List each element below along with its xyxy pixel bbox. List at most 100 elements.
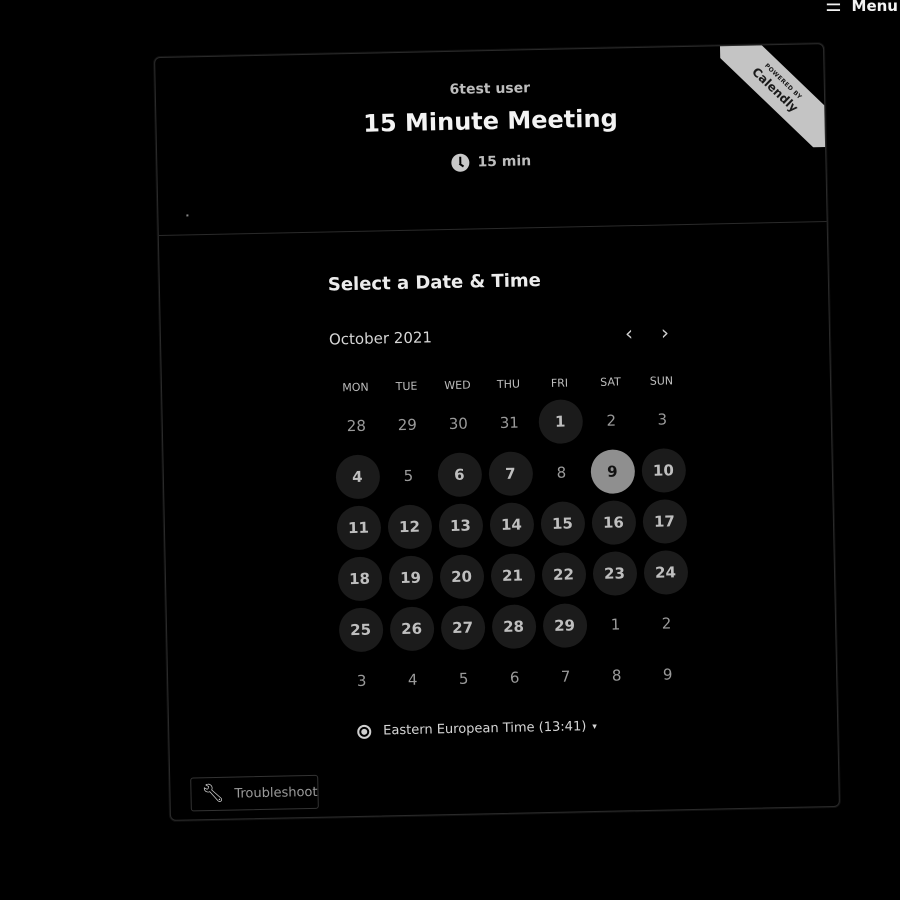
calendar-day-available[interactable]: 29 bbox=[539, 599, 591, 651]
date-picker: Select a Date & Time October 2021 ‹ › MO… bbox=[327, 267, 688, 706]
divider-dot bbox=[186, 214, 189, 217]
calendar-day-available[interactable]: 23 bbox=[588, 547, 640, 599]
day-number: 5 bbox=[403, 466, 414, 485]
day-number: 9 bbox=[662, 664, 673, 684]
day-number: 2 bbox=[661, 613, 672, 633]
calendar-day: 29 bbox=[381, 398, 433, 450]
day-number: 1 bbox=[537, 398, 583, 444]
day-number: 29 bbox=[397, 415, 418, 434]
calendar-day: 9 bbox=[642, 648, 694, 700]
day-number: 19 bbox=[388, 554, 433, 600]
day-number: 11 bbox=[336, 504, 381, 550]
calendar-day: 31 bbox=[483, 396, 535, 448]
day-number: 6 bbox=[436, 451, 482, 497]
calendar-day: 28 bbox=[330, 399, 382, 451]
day-number: 13 bbox=[437, 502, 483, 548]
day-number: 28 bbox=[491, 603, 537, 649]
day-number: 29 bbox=[542, 602, 588, 648]
calendar-day: 7 bbox=[540, 650, 592, 702]
chevron-left-icon[interactable]: ‹ bbox=[625, 321, 634, 345]
calendar-day: 8 bbox=[535, 446, 587, 498]
day-number: 10 bbox=[640, 447, 686, 493]
calendar-day: 2 bbox=[585, 394, 637, 446]
day-number: 9 bbox=[589, 448, 635, 494]
globe-icon bbox=[357, 724, 372, 739]
month-label: October 2021 bbox=[328, 328, 433, 349]
day-number: 7 bbox=[560, 667, 571, 686]
day-number: 31 bbox=[499, 413, 520, 432]
calendar-day-available[interactable]: 17 bbox=[638, 495, 690, 547]
day-number: 15 bbox=[539, 500, 585, 546]
day-number: 1 bbox=[610, 614, 621, 634]
calendar-day-available[interactable]: 11 bbox=[332, 501, 384, 553]
day-number: 3 bbox=[657, 409, 668, 429]
calendar-day-available[interactable]: 20 bbox=[435, 550, 487, 602]
caret-down-icon: ▾ bbox=[592, 721, 597, 732]
day-number: 8 bbox=[556, 463, 567, 482]
calendar-day-available[interactable]: 21 bbox=[486, 549, 538, 601]
menu-label: Menu bbox=[851, 0, 898, 15]
calendar-day-available[interactable]: 13 bbox=[434, 499, 486, 551]
weekday-tue: TUE bbox=[395, 379, 418, 394]
calendar-day-available[interactable]: 4 bbox=[331, 450, 383, 502]
picker-heading: Select a Date & Time bbox=[327, 270, 542, 296]
day-number: 6 bbox=[509, 668, 520, 687]
day-number: 3 bbox=[356, 671, 367, 690]
chevron-right-icon[interactable]: › bbox=[661, 320, 670, 344]
weekday-sat: SAT bbox=[600, 375, 621, 389]
calendar-day-available[interactable]: 18 bbox=[334, 552, 386, 604]
calendar-day-available[interactable]: 24 bbox=[639, 546, 691, 598]
calendar-day-available[interactable]: 10 bbox=[637, 444, 689, 496]
day-number: 20 bbox=[439, 553, 484, 599]
calendar-day-available[interactable]: 7 bbox=[484, 447, 536, 499]
calendar-day-available[interactable]: 27 bbox=[437, 601, 489, 653]
calendar-day-available[interactable]: 26 bbox=[386, 602, 438, 654]
calendar-day-available[interactable]: 6 bbox=[433, 448, 485, 500]
day-number: 8 bbox=[611, 665, 622, 685]
calendar-day-available[interactable]: 28 bbox=[488, 600, 540, 652]
month-navigation: October 2021 ‹ › bbox=[329, 320, 675, 351]
calendar-day: 5 bbox=[382, 449, 434, 501]
event-title: 15 Minute Meeting bbox=[362, 104, 619, 138]
day-number: 12 bbox=[387, 503, 432, 549]
day-number: 5 bbox=[458, 669, 469, 688]
troubleshoot-label: Troubleshoot bbox=[234, 784, 318, 802]
calendar-day-available[interactable]: 15 bbox=[536, 497, 588, 549]
calendar-day-available[interactable]: 14 bbox=[485, 498, 537, 550]
weekday-header: MON TUE WED THU FRI SAT SUN bbox=[330, 374, 676, 394]
calendar-day-available[interactable]: 12 bbox=[383, 500, 435, 552]
day-number: 24 bbox=[643, 549, 688, 595]
day-number: 30 bbox=[448, 414, 469, 433]
calendar-day: 3 bbox=[336, 654, 388, 706]
calendar-day: 3 bbox=[636, 393, 688, 445]
day-number: 4 bbox=[334, 453, 380, 499]
day-number: 7 bbox=[487, 450, 533, 496]
calendar-day-available[interactable]: 19 bbox=[384, 551, 436, 603]
month-nav-buttons: ‹ › bbox=[625, 320, 670, 345]
calendar-day: 4 bbox=[387, 653, 439, 705]
timezone-selector[interactable]: Eastern European Time (13:41) ▾ bbox=[357, 719, 597, 739]
timezone-label: Eastern European Time (13:41) bbox=[383, 719, 587, 739]
calendar-day-available[interactable]: 22 bbox=[537, 548, 589, 600]
troubleshoot-button[interactable]: 🔧︎ Troubleshoot bbox=[190, 774, 319, 812]
hamburger-icon: ☰ bbox=[825, 0, 842, 16]
calendar-day-available[interactable]: 25 bbox=[335, 603, 387, 655]
calendar-day-available[interactable]: 16 bbox=[587, 496, 639, 548]
weekday-fri: FRI bbox=[550, 376, 569, 390]
calendar-grid: 28 29 30 31 1 2 3 4 5 6 7 8 9 10 11 12 13 14 15 16 17 18 19 20 2… bbox=[330, 393, 688, 706]
day-number: 17 bbox=[641, 498, 687, 544]
weekday-sun: SUN bbox=[649, 374, 674, 388]
calendar-day-selected[interactable]: 9 bbox=[586, 445, 638, 497]
day-number: 28 bbox=[346, 416, 367, 435]
calendar-day: 5 bbox=[438, 652, 490, 704]
wrench-icon: 🔧︎ bbox=[201, 782, 225, 805]
clock-icon bbox=[451, 153, 470, 172]
day-number: 22 bbox=[541, 551, 586, 597]
day-number: 4 bbox=[407, 670, 418, 689]
menu-button[interactable]: ☰ Menu bbox=[825, 0, 898, 16]
day-number: 25 bbox=[338, 606, 384, 652]
calendar-day: 2 bbox=[641, 597, 693, 649]
day-number: 16 bbox=[590, 499, 636, 545]
event-header: 6test user 15 Minute Meeting 15 min bbox=[155, 44, 827, 237]
calendar-day-available[interactable]: 1 bbox=[534, 395, 586, 447]
